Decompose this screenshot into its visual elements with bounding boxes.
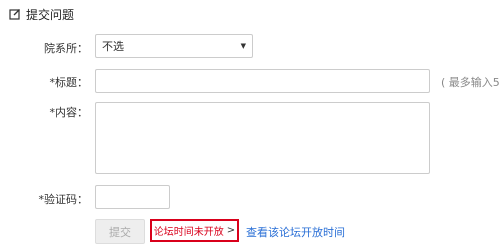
title-max-length-hint: ( 最多输入50 <box>441 76 500 89</box>
content-label: *内容： <box>49 106 89 119</box>
forum-closed-notice[interactable]: 论坛时间未开放 > <box>150 219 239 242</box>
department-selected-value: 不选 <box>102 40 124 53</box>
content-textarea[interactable] <box>95 102 430 174</box>
page-title: 提交问题 <box>26 7 75 22</box>
captcha-label: *验证码： <box>38 193 89 206</box>
chevron-down-icon: ▼ <box>240 42 246 50</box>
edit-icon <box>9 8 21 20</box>
submit-button[interactable]: 提交 <box>95 219 145 244</box>
captcha-input[interactable] <box>95 185 170 209</box>
title-label: *标题： <box>49 76 89 89</box>
title-input[interactable] <box>95 69 430 93</box>
view-open-time-link[interactable]: 查看该论坛开放时间 <box>246 224 345 240</box>
form-header: 提交问题 <box>9 6 74 22</box>
department-select[interactable]: 不选 ▼ <box>95 34 253 58</box>
department-label: 院系所： <box>44 42 88 55</box>
forum-closed-text: 论坛时间未开放 <box>153 227 224 238</box>
chevron-right-icon: > <box>226 225 236 236</box>
